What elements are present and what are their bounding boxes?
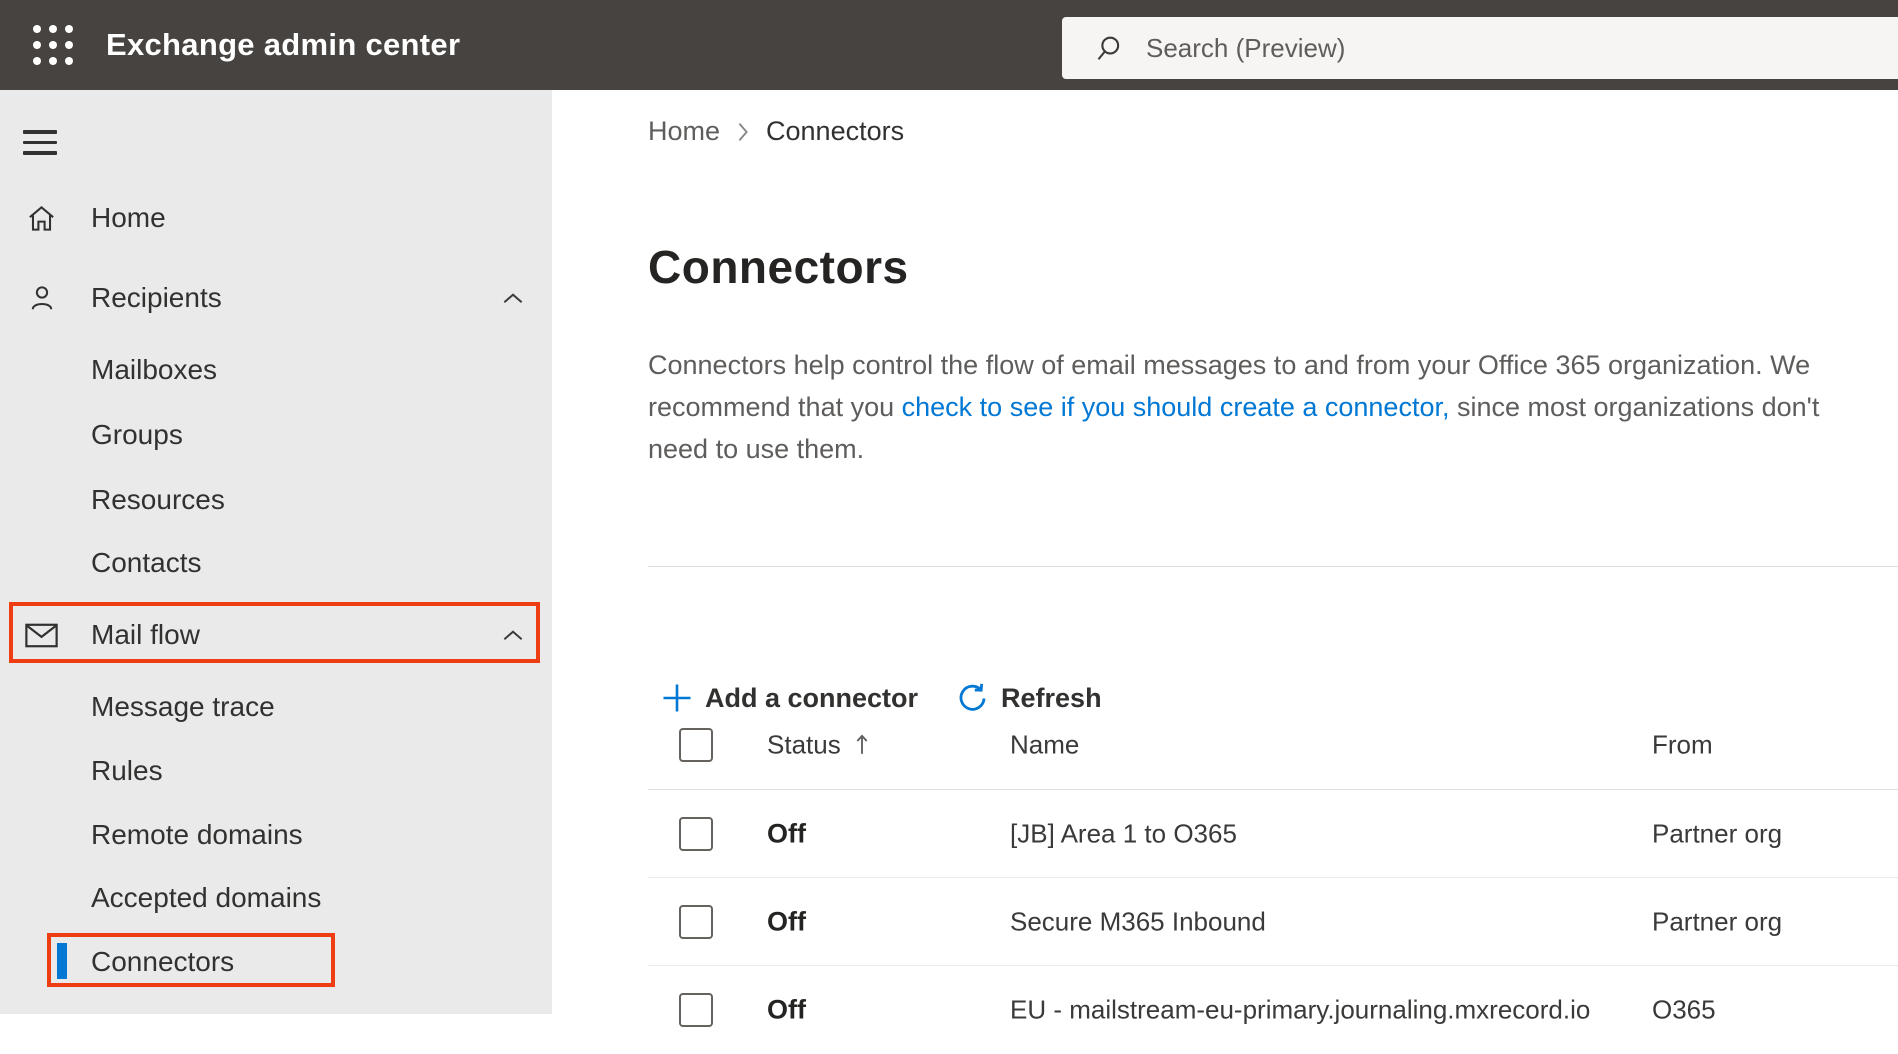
sidebar-item-connectors[interactable]: Connectors bbox=[0, 930, 552, 994]
connector-from: Partner org bbox=[1652, 818, 1783, 848]
chevron-up-icon[interactable] bbox=[502, 629, 524, 642]
row-checkbox[interactable] bbox=[679, 993, 713, 1027]
page-title: Connectors bbox=[648, 241, 909, 293]
search-box[interactable] bbox=[1062, 17, 1898, 79]
breadcrumb: Home Connectors bbox=[648, 116, 904, 147]
chevron-right-icon bbox=[738, 122, 748, 141]
connector-status: Off bbox=[767, 906, 806, 936]
sidebar-item-label: Mail flow bbox=[91, 619, 200, 650]
sidebar-item-home[interactable]: Home bbox=[0, 186, 552, 250]
sort-ascending-icon bbox=[856, 734, 868, 754]
sidebar-item-label: Mailboxes bbox=[91, 354, 218, 385]
home-icon bbox=[25, 203, 58, 234]
sidebar-item-label: Home bbox=[91, 202, 166, 233]
sidebar-item-label: Recipients bbox=[91, 282, 222, 313]
sidebar-item-accepted-domains[interactable]: Accepted domains bbox=[0, 866, 552, 930]
column-header-name[interactable]: Name bbox=[1010, 729, 1079, 760]
sidebar-item-rules[interactable]: Rules bbox=[0, 739, 552, 803]
top-app-bar: Exchange admin center bbox=[0, 0, 1898, 90]
sidebar-item-label: Groups bbox=[91, 419, 183, 450]
row-checkbox[interactable] bbox=[679, 816, 713, 851]
waffle-icon[interactable] bbox=[33, 25, 75, 67]
connector-from: O365 bbox=[1652, 994, 1716, 1025]
table-row[interactable]: Off [JB] Area 1 to O365 Partner org bbox=[648, 790, 1898, 878]
table-header-row: Status Name From bbox=[648, 700, 1898, 790]
breadcrumb-home-link[interactable]: Home bbox=[648, 116, 720, 147]
sidebar-item-label: Rules bbox=[91, 755, 163, 786]
search-icon bbox=[1097, 36, 1120, 60]
select-all-checkbox[interactable] bbox=[679, 727, 713, 762]
sidebar-item-message-trace[interactable]: Message trace bbox=[0, 675, 552, 739]
mail-icon bbox=[25, 623, 58, 648]
connector-from: Partner org bbox=[1652, 906, 1783, 936]
connector-status: Off bbox=[767, 994, 806, 1025]
connector-name[interactable]: Secure M365 Inbound bbox=[1010, 906, 1266, 937]
sidebar-item-contacts[interactable]: Contacts bbox=[0, 531, 552, 595]
column-header-from[interactable]: From bbox=[1652, 729, 1713, 760]
sidebar-item-label: Remote domains bbox=[91, 819, 303, 850]
column-header-status[interactable]: Status bbox=[767, 729, 869, 760]
sidebar-item-label: Contacts bbox=[91, 547, 202, 578]
row-checkbox[interactable] bbox=[679, 904, 713, 939]
person-icon bbox=[25, 283, 58, 313]
chevron-up-icon[interactable] bbox=[502, 292, 524, 305]
sidebar-item-mail-flow[interactable]: Mail flow bbox=[0, 603, 552, 667]
sidebar-item-groups[interactable]: Groups bbox=[0, 403, 552, 467]
main-content: Home Connectors Connectors Connectors he… bbox=[552, 90, 1898, 1027]
search-input[interactable] bbox=[1146, 32, 1786, 64]
menu-icon[interactable] bbox=[23, 123, 57, 162]
sidebar-item-remote-domains[interactable]: Remote domains bbox=[0, 803, 552, 867]
sidebar-item-label: Connectors bbox=[91, 946, 235, 977]
status-header-label: Status bbox=[767, 729, 841, 759]
table-row[interactable]: Off EU - mailstream-eu-primary.journalin… bbox=[648, 966, 1898, 1054]
sidebar-item-mailboxes[interactable]: Mailboxes bbox=[0, 338, 552, 402]
page-description: Connectors help control the flow of emai… bbox=[648, 344, 1878, 470]
sidebar-item-recipients[interactable]: Recipients bbox=[0, 266, 552, 330]
create-connector-check-link[interactable]: check to see if you should create a conn… bbox=[902, 392, 1450, 422]
sidebar-item-label: Message trace bbox=[91, 691, 275, 722]
sidebar-item-label: Resources bbox=[91, 484, 225, 515]
connector-name[interactable]: [JB] Area 1 to O365 bbox=[1010, 818, 1237, 849]
app-title[interactable]: Exchange admin center bbox=[106, 0, 460, 90]
table-row[interactable]: Off Secure M365 Inbound Partner org bbox=[648, 878, 1898, 966]
toolbar-divider bbox=[648, 566, 1898, 567]
connector-name[interactable]: EU - mailstream-eu-primary.journaling.mx… bbox=[1010, 995, 1590, 1026]
sidebar-navigation: Home Recipients Mailboxes Groups Resourc… bbox=[0, 90, 552, 1014]
sidebar-item-label: Accepted domains bbox=[91, 882, 322, 913]
breadcrumb-current: Connectors bbox=[766, 116, 905, 146]
connector-status: Off bbox=[767, 818, 806, 848]
sidebar-item-resources[interactable]: Resources bbox=[0, 468, 552, 532]
